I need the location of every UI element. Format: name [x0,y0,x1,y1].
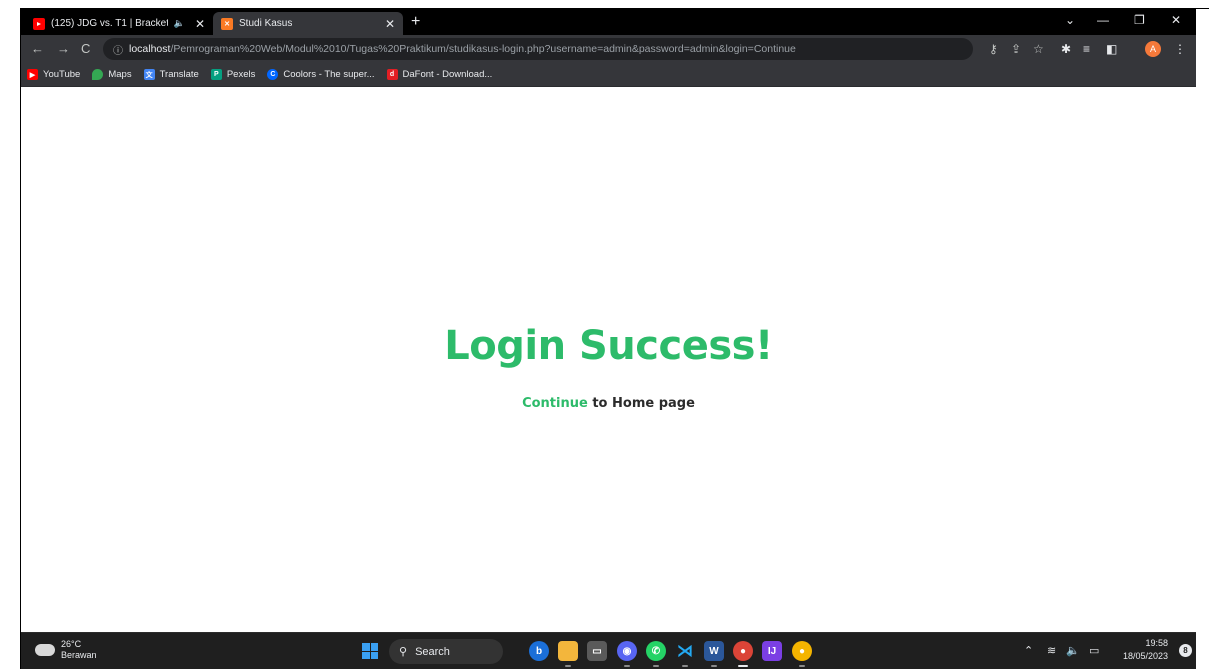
reading-list-icon[interactable]: ≡ [1083,40,1090,58]
intellij-icon[interactable]: IJ [762,641,782,661]
bookmark-label: Coolors - The super... [283,69,375,80]
pexels-icon: P [210,69,222,80]
dafont-icon: d [386,69,398,80]
tab-youtube[interactable]: (125) JDG vs. T1 | Bracket Sta 🔈 ✕ [25,12,213,35]
bookmark-youtube[interactable]: ▶ YouTube [27,69,80,80]
weather-widget[interactable]: 26°C Berawan [35,639,97,661]
close-icon[interactable]: ✕ [385,17,395,31]
bookmark-coolors[interactable]: C Coolors - The super... [267,69,375,80]
chrome-icon[interactable]: ● [733,641,753,667]
clock-date: 18/05/2023 [1123,651,1169,661]
translate-icon: 文 [143,69,155,80]
weather-condition: Berawan [61,650,97,660]
forward-icon[interactable]: → [57,40,70,58]
screen: (125) JDG vs. T1 | Bracket Sta 🔈 ✕ ✕ Stu… [21,8,1196,669]
weather-temp: 26°C [61,639,82,649]
search-label: Search [415,645,450,658]
teams-chat-icon[interactable]: ▭ [587,641,607,661]
tab-strip: (125) JDG vs. T1 | Bracket Sta 🔈 ✕ ✕ Stu… [21,8,1196,35]
star-icon[interactable]: ☆ [1033,39,1044,59]
address-host: localhost [129,43,171,55]
restore-icon[interactable]: ❐ [1134,10,1145,30]
side-panel-icon[interactable]: ◧ [1106,40,1117,58]
key-icon[interactable]: ⚷ [989,39,998,59]
address-bar[interactable]: ⓘ localhost /Pemrograman%20Web/Modul%201… [103,38,973,60]
youtube-icon [33,17,45,30]
frame-edge-top [1196,8,1209,9]
file-explorer-icon[interactable] [558,641,578,667]
tab-studi-kasus[interactable]: ✕ Studi Kasus ✕ [213,12,403,35]
discord-icon[interactable]: ◉ [617,641,637,667]
minimize-icon[interactable]: — [1097,10,1109,30]
bookmark-label: Maps [108,69,132,80]
continue-suffix: to Home page [587,396,695,411]
tab-title: (125) JDG vs. T1 | Bracket Sta [51,18,168,29]
volume-icon[interactable]: 🔈 [1066,643,1080,659]
new-tab-button[interactable]: + [411,13,420,31]
bing-icon[interactable]: b [529,641,549,661]
bookmark-label: Pexels [226,69,256,80]
tab-title: Studi Kasus [239,18,293,29]
system-clock[interactable]: 19:58 18/05/2023 [1123,637,1168,663]
taskbar-search[interactable]: ⚲ Search [389,639,503,664]
bookmark-dafont[interactable]: d DaFont - Download... [386,69,493,80]
avatar[interactable]: A [1145,41,1161,57]
clock-time: 19:58 [1145,638,1169,648]
address-path: /Pemrograman%20Web/Modul%2010/Tugas%20Pr… [170,43,796,55]
continue-message: Continue to Home page [21,396,1196,411]
share-icon[interactable]: ⇪ [1011,39,1021,59]
page-title: Login Success! [444,323,773,369]
extensions-icon[interactable]: ✱ [1061,40,1071,58]
chrome-profile-icon[interactable]: ● [792,641,812,667]
back-icon[interactable]: ← [31,40,44,58]
tab-search-icon[interactable]: ⌄ [1065,10,1075,30]
browser-toolbar: ← → C ⓘ localhost /Pemrograman%20Web/Mod… [21,35,1196,63]
wifi-icon[interactable]: ≋ [1047,643,1056,659]
battery-icon[interactable]: ▭ [1089,643,1099,659]
bookmark-label: YouTube [43,69,81,80]
site-info-icon[interactable]: ⓘ [113,42,123,57]
chevron-up-icon[interactable]: ⌃ [1024,643,1033,659]
reload-icon[interactable]: C [81,40,90,58]
bookmark-label: DaFont - Download... [402,69,493,80]
word-icon[interactable]: W [704,641,724,667]
bookmark-pexels[interactable]: P Pexels [210,69,256,80]
bookmark-translate[interactable]: 文 Translate [143,69,199,80]
taskbar: 26°C Berawan ⚲ Search b ▭ ◉ ✆ ⋊ W ● IJ ●… [21,632,1196,669]
windows-start-icon[interactable] [362,643,378,659]
cloud-icon [35,639,55,656]
youtube-icon: ▶ [27,69,38,80]
vscode-icon[interactable]: ⋊ [675,641,695,667]
whatsapp-icon[interactable]: ✆ [646,641,666,667]
maps-icon [92,69,104,80]
coolors-icon: C [267,69,279,80]
xampp-icon: ✕ [221,17,233,30]
bookmarks-bar: ▶ YouTube Maps 文 Translate P Pexels C Co… [21,63,1196,87]
continue-link[interactable]: Continue [522,396,588,411]
close-icon[interactable]: ✕ [195,17,205,31]
bookmark-maps[interactable]: Maps [92,69,132,80]
search-icon: ⚲ [399,646,408,658]
menu-icon[interactable]: ⋮ [1174,40,1186,58]
notification-badge[interactable]: 8 [1179,644,1192,657]
page-content: Login Success! Continue to Home page [21,88,1196,632]
close-window-icon[interactable]: ✕ [1171,10,1181,30]
speaker-icon[interactable]: 🔈 [174,18,185,29]
bookmark-label: Translate [159,69,199,80]
